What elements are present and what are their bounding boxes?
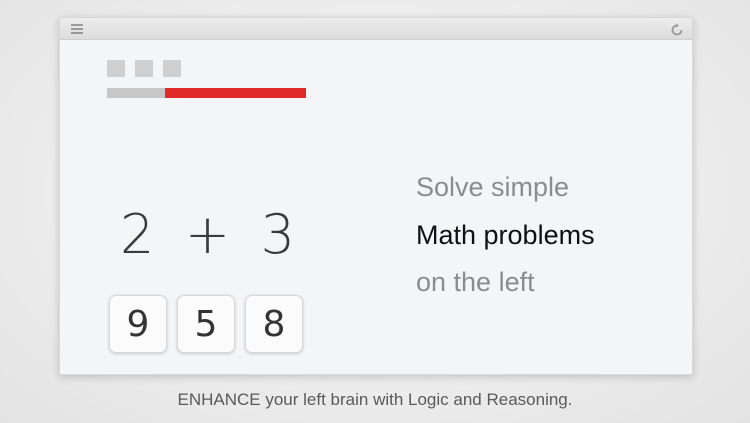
title-bar [60,18,692,40]
answer-button[interactable]: 5 [177,295,235,353]
answer-button[interactable]: 9 [109,295,167,353]
round-indicator [107,60,125,77]
game-window: 2 + 3 9 5 8 Solve simple Math problems o… [59,17,693,375]
operand-left: 2 [120,202,155,266]
round-indicator [135,60,153,77]
promo-caption: ENHANCE your left brain with Logic and R… [177,390,573,409]
answer-button[interactable]: 8 [245,295,303,353]
timer-bar-fill [164,88,306,98]
math-problem: 2 + 3 [120,202,295,266]
hint-line-1: Solve simple [416,172,570,202]
refresh-icon[interactable] [670,22,684,36]
operand-right: 3 [260,202,295,266]
hint-line-3: on the left [416,267,535,297]
timer-bar [107,88,306,98]
operator: + [184,202,231,266]
menu-icon[interactable] [71,24,83,34]
round-indicator [163,60,181,77]
hint-line-2: Math problems [416,220,595,250]
